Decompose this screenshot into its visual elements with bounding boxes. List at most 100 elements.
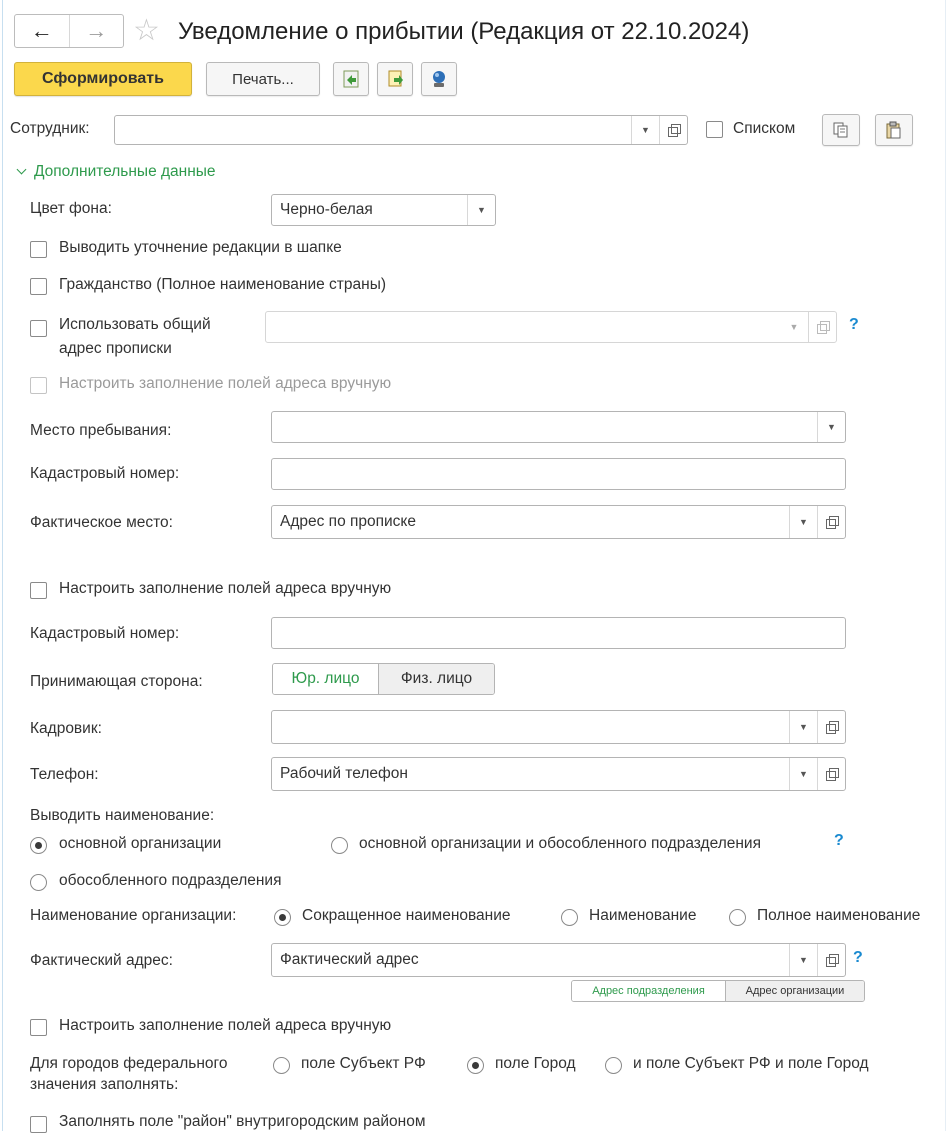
- address-source-switch: Адрес подразделения Адрес организации: [571, 980, 865, 1002]
- settings-blue-icon: [433, 71, 445, 87]
- actual-place-value: Адрес по прописке: [280, 513, 417, 530]
- receiving-party-individual-option[interactable]: Физ. лицо: [378, 664, 494, 694]
- federal-cities-subject-radio[interactable]: [273, 1057, 290, 1074]
- org-name-full-radio[interactable]: [729, 909, 746, 926]
- help-icon[interactable]: ?: [849, 316, 859, 334]
- actual-place-dropdown-button[interactable]: ▼: [789, 506, 817, 538]
- list-label: Списком: [733, 120, 796, 137]
- employee-label: Сотрудник:: [10, 120, 90, 137]
- settings-button[interactable]: [421, 62, 457, 96]
- citizenship-full-checkbox[interactable]: [30, 278, 47, 295]
- org-name-short-radio[interactable]: [274, 909, 291, 926]
- phone-dropdown-button[interactable]: ▼: [789, 758, 817, 790]
- bg-color-dropdown-button[interactable]: ▼: [467, 195, 495, 225]
- common-address-checkbox[interactable]: [30, 320, 47, 337]
- common-address-label-line1: Использовать общий: [59, 316, 211, 333]
- cadastral-2-input[interactable]: [271, 617, 846, 649]
- manual-address-1-label: Настроить заполнение полей адреса вручну…: [59, 375, 392, 392]
- employee-field[interactable]: ▼: [114, 115, 688, 145]
- window-border-left: [2, 0, 3, 1131]
- actual-address-label: Фактический адрес:: [30, 952, 173, 969]
- chevron-down-icon: ▼: [799, 955, 808, 965]
- chevron-down-icon: ▼: [641, 125, 650, 135]
- print-button[interactable]: Печать...: [206, 62, 320, 96]
- manual-address-2-checkbox[interactable]: [30, 582, 47, 599]
- org-name-label: Наименование организации:: [30, 907, 237, 924]
- copy-button[interactable]: [822, 114, 860, 146]
- citizenship-full-label: Гражданство (Полное наименование страны): [59, 276, 386, 293]
- star-icon[interactable]: ☆: [133, 14, 160, 48]
- federal-cities-city-label: поле Город: [495, 1055, 576, 1072]
- paste-icon: [886, 121, 901, 139]
- output-name-main-radio[interactable]: [30, 837, 47, 854]
- open-form-icon: [825, 721, 839, 734]
- actual-address-value: Фактический адрес: [280, 951, 419, 968]
- actual-place-open-button[interactable]: [817, 506, 845, 538]
- extra-data-group-title: Дополнительные данные: [34, 163, 216, 180]
- arrow-right-icon: →: [85, 18, 108, 43]
- org-name-name-label: Наименование: [589, 907, 697, 924]
- output-name-main-label: основной организации: [59, 835, 222, 852]
- output-name-branch-label: обособленного подразделения: [59, 872, 282, 889]
- help-icon[interactable]: ?: [834, 832, 844, 850]
- org-name-name-radio[interactable]: [561, 909, 578, 926]
- federal-cities-city-radio[interactable]: [467, 1057, 484, 1074]
- list-checkbox[interactable]: [706, 121, 723, 138]
- open-form-icon: [825, 954, 839, 967]
- actual-place-label: Фактическое место:: [30, 514, 173, 531]
- employee-dropdown-button[interactable]: ▼: [631, 116, 659, 144]
- actual-address-dropdown-button[interactable]: ▼: [789, 944, 817, 976]
- receiving-party-switch: Юр. лицо Физ. лицо: [272, 663, 495, 695]
- help-icon[interactable]: ?: [853, 949, 863, 967]
- nav-buttons: ← →: [14, 14, 124, 48]
- district-label: Заполнять поле "район" внутригородским р…: [59, 1113, 426, 1130]
- actual-address-select[interactable]: Фактический адрес ▼: [271, 943, 846, 977]
- cadastral-1-input[interactable]: [271, 458, 846, 490]
- back-button[interactable]: ←: [15, 15, 69, 47]
- paste-button[interactable]: [875, 114, 913, 146]
- chevron-down-icon: ▼: [827, 422, 836, 432]
- generate-button[interactable]: Сформировать: [14, 62, 192, 96]
- common-address-field[interactable]: ▼: [265, 311, 837, 343]
- save-button[interactable]: [333, 62, 369, 96]
- chevron-down-icon: ▼: [799, 722, 808, 732]
- address-source-branch-option[interactable]: Адрес подразделения: [572, 981, 725, 1001]
- federal-cities-label-line1: Для городов федерального: [30, 1055, 228, 1072]
- stay-place-select[interactable]: ▼: [271, 411, 846, 443]
- receiving-party-label: Принимающая сторона:: [30, 673, 203, 690]
- actual-place-select[interactable]: Адрес по прописке ▼: [271, 505, 846, 539]
- receiving-party-legal-option[interactable]: Юр. лицо: [273, 664, 378, 694]
- chevron-down-icon: ▼: [789, 322, 799, 332]
- common-address-dropdown-button[interactable]: ▼: [780, 312, 808, 342]
- hr-officer-open-button[interactable]: [817, 711, 845, 743]
- district-checkbox[interactable]: [30, 1116, 47, 1133]
- federal-cities-subject-label: поле Субъект РФ: [301, 1055, 426, 1072]
- actual-address-open-button[interactable]: [817, 944, 845, 976]
- save-green-icon: [343, 70, 359, 88]
- export-button[interactable]: [377, 62, 413, 96]
- open-form-icon: [816, 321, 830, 334]
- manual-address-2-label: Настроить заполнение полей адреса вручну…: [59, 580, 392, 597]
- hr-officer-dropdown-button[interactable]: ▼: [789, 711, 817, 743]
- common-address-open-button[interactable]: [808, 312, 836, 342]
- phone-select[interactable]: Рабочий телефон ▼: [271, 757, 846, 791]
- stay-place-label: Место пребывания:: [30, 422, 172, 439]
- bg-color-value: Черно-белая: [280, 201, 373, 218]
- bg-color-select[interactable]: Черно-белая ▼: [271, 194, 496, 226]
- output-name-main-and-branch-radio[interactable]: [331, 837, 348, 854]
- hr-officer-select[interactable]: ▼: [271, 710, 846, 744]
- manual-address-3-checkbox[interactable]: [30, 1019, 47, 1036]
- output-name-branch-radio[interactable]: [30, 874, 47, 891]
- employee-open-button[interactable]: [659, 116, 687, 144]
- stay-place-dropdown-button[interactable]: ▼: [817, 412, 845, 442]
- arrow-left-icon: ←: [30, 18, 53, 43]
- extra-data-group-toggle[interactable]: Дополнительные данные: [16, 163, 216, 181]
- federal-cities-both-radio[interactable]: [605, 1057, 622, 1074]
- forward-button[interactable]: →: [68, 15, 124, 47]
- open-form-icon: [667, 124, 681, 137]
- edition-in-header-checkbox[interactable]: [30, 241, 47, 258]
- org-name-short-label: Сокращенное наименование: [302, 907, 511, 924]
- address-source-org-option[interactable]: Адрес организации: [725, 981, 864, 1001]
- edition-in-header-label: Выводить уточнение редакции в шапке: [59, 239, 342, 256]
- phone-open-button[interactable]: [817, 758, 845, 790]
